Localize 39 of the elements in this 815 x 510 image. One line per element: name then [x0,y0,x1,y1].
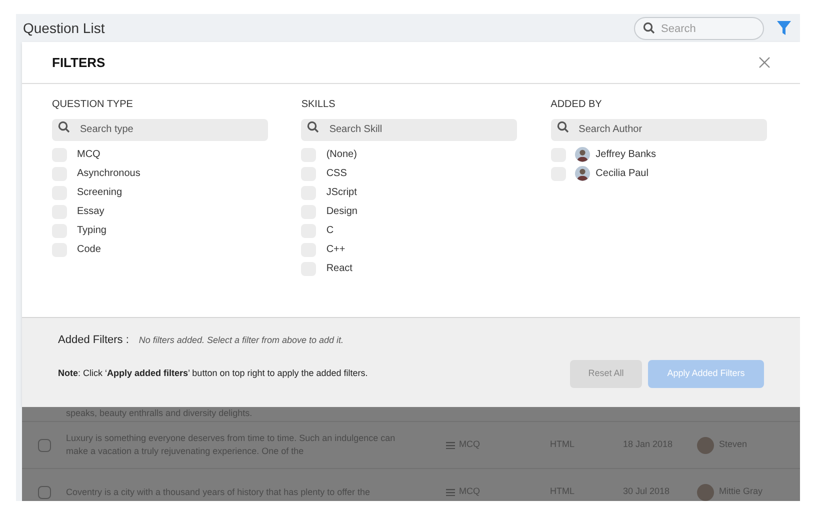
list-icon [446,442,455,448]
option-label: C++ [326,243,346,257]
avatar-icon [697,484,714,500]
checkbox[interactable] [38,438,50,452]
option-label: MCQ [77,148,100,162]
group-heading: SKILLS [301,98,336,110]
option-label: Asynchronous [77,167,140,181]
search-field[interactable]: Search Skill [301,118,518,140]
panel-title: FILTERS [52,54,106,72]
search-field[interactable]: Search Author [550,118,767,140]
added-filters-label: Added Filters : [58,333,129,348]
close-icon[interactable] [759,57,770,68]
search-icon [307,121,320,133]
filter-icon[interactable] [776,20,792,36]
option-label: C [326,224,334,238]
search-icon [556,121,569,133]
search-field[interactable]: Search type [52,118,268,140]
option-label: Screening [77,186,122,200]
search-field[interactable]: Search [634,17,764,40]
search-icon [58,121,70,133]
option-label: Code [77,243,101,257]
option-label: Typing [77,224,106,238]
avatar-icon [697,436,714,454]
option-label: Cecilia Paul [596,167,648,181]
option-label: Jeffrey Banks [596,148,656,162]
option-label: (None) [326,148,357,162]
group-heading: QUESTION TYPE [52,98,134,110]
empty-message: No filters added. Select a filter from above to add it. [138,334,344,346]
option-label: Design [326,205,358,219]
list-icon [446,488,455,496]
note-text: Note: Click ‘Apply added filters’ button on top right to apply the added filters. [58,366,369,380]
checkbox[interactable] [38,486,50,498]
group-heading: ADDED BY [550,98,603,110]
option-label: CSS [326,167,347,181]
option-label: Essay [77,205,104,219]
option-label: React [326,262,352,276]
search-icon [643,22,655,34]
page-title: Question List [23,18,106,38]
option-label: JScript [326,186,357,200]
